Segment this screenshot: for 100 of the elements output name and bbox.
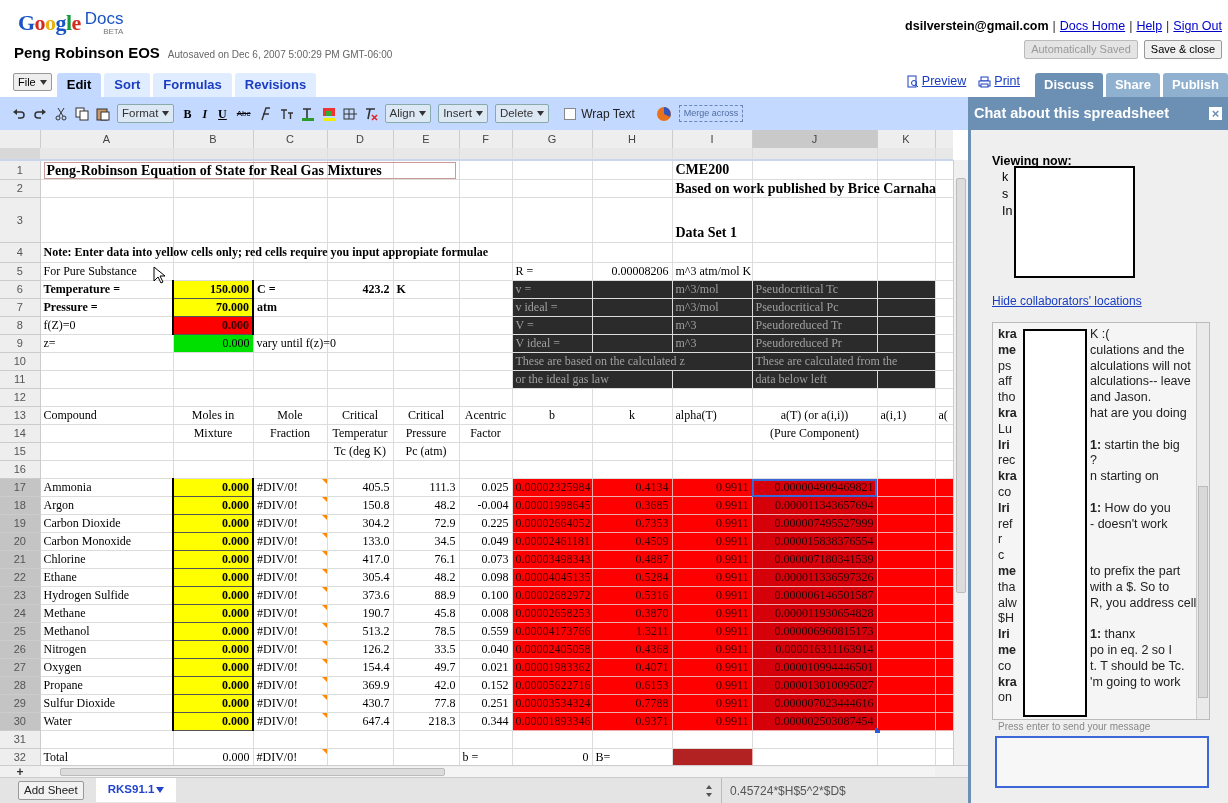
cell-text: Oxygen <box>43 660 82 674</box>
file-menu-button[interactable]: File <box>13 73 52 91</box>
tab[interactable]: Discuss <box>1035 73 1103 97</box>
add-sheet-button[interactable]: Add Sheet <box>18 781 84 800</box>
tab[interactable]: Edit <box>56 73 102 97</box>
strikethrough-button[interactable]: Abc <box>235 107 252 120</box>
tab[interactable]: Revisions <box>234 73 317 97</box>
bold-button[interactable]: B <box>181 104 194 123</box>
cell-text: (Pure Component) <box>770 426 859 440</box>
tab[interactable]: Formulas <box>153 73 232 97</box>
expand-icon[interactable] <box>705 783 713 798</box>
vertical-scrollbar[interactable] <box>953 160 968 765</box>
borders-icon[interactable] <box>342 106 357 121</box>
row-number[interactable]: 1 <box>0 160 40 180</box>
close-button[interactable]: × <box>1209 107 1222 120</box>
cell-text: 77.8 <box>434 696 456 710</box>
chat-message: aff <box>998 374 1012 389</box>
preview-link[interactable]: Preview <box>921 72 967 91</box>
cell-text: 0.4134 <box>635 480 669 494</box>
cell-text: Pseudocritical Pc <box>755 300 839 314</box>
cell-text: Total <box>43 750 68 764</box>
copy-icon[interactable] <box>75 106 89 121</box>
chat-scrollbar[interactable] <box>1196 323 1209 719</box>
separator: | <box>1166 18 1170 35</box>
delete-dropdown[interactable]: Delete <box>494 104 550 123</box>
format-dropdown[interactable]: Format <box>117 104 175 123</box>
header-link[interactable]: Help <box>1136 17 1163 36</box>
viewer-name: s <box>1001 186 1009 203</box>
align-dropdown[interactable]: Align <box>384 104 432 123</box>
fill-handle[interactable] <box>874 728 880 733</box>
chat-message: on <box>998 690 1012 705</box>
clear-format-icon[interactable] <box>363 106 378 121</box>
chat-title: Chat about this spreadsheet <box>974 103 1169 123</box>
wrap-text-checkbox[interactable] <box>564 107 577 120</box>
print-link[interactable]: Print <box>994 72 1021 91</box>
cell-text: a( <box>938 408 948 422</box>
formula-preview: 0.45724*$H$5^2*$D$ <box>730 782 846 800</box>
cell-text: 0.5284 <box>635 570 669 584</box>
sheet-title: CME200 <box>675 162 730 177</box>
header-link[interactable]: Docs Home <box>1059 17 1126 36</box>
cut-icon[interactable] <box>54 106 68 121</box>
cell-text: 0.000006960815173 <box>774 624 874 638</box>
fill-color-icon[interactable] <box>321 106 336 121</box>
cell-text: 0.344 <box>481 714 509 728</box>
cell-text: 0.000016311163914 <box>775 642 874 656</box>
text-color-icon[interactable] <box>300 106 315 121</box>
horizontal-scrollbar[interactable] <box>40 766 935 777</box>
chat-message: co <box>998 484 1012 499</box>
cell-text: Pseudoreduced Tr <box>755 318 842 332</box>
cell-text: 0.000 <box>222 336 250 350</box>
paste-icon[interactable] <box>96 106 110 121</box>
input-cell: 0.000 <box>222 678 249 692</box>
cell-text: vary until f(z)=0 <box>256 336 336 350</box>
account-email: dsilverstein@gmail.com <box>905 18 1049 35</box>
cell-text: 133.0 <box>362 534 390 548</box>
cell-text: These are based on the calculated z <box>515 354 685 368</box>
undo-icon[interactable] <box>12 106 26 121</box>
cell-text: 0.000002503087454 <box>774 714 874 728</box>
insert-dropdown[interactable]: Insert <box>438 104 488 123</box>
cell-text: Mixture <box>193 426 233 440</box>
cell-text: 49.7 <box>434 660 456 674</box>
cell-text: 0.9911 <box>715 588 749 602</box>
cell-text: m^3/mol <box>675 300 719 314</box>
sheet-title: Data Set 1 <box>675 225 737 240</box>
cell-text: K <box>396 282 406 296</box>
underline-button[interactable]: U <box>216 104 229 123</box>
cell-text: 0.000004909469821 <box>774 480 874 494</box>
font-size-icon[interactable] <box>279 106 294 121</box>
input-cell: 70.000 <box>216 300 249 314</box>
cell-text: 0.000007495527999 <box>774 516 874 530</box>
chat-message: alculations-- leave <box>1090 374 1191 391</box>
redo-icon[interactable] <box>33 106 47 121</box>
pie-chart-icon[interactable] <box>655 105 672 122</box>
hide-locations-link[interactable]: Hide collaborators' locations <box>992 292 1228 310</box>
italic-button[interactable]: I <box>200 104 210 123</box>
cell-text: m^3 <box>675 336 697 350</box>
cell-text: #DIV/0! <box>257 606 298 620</box>
cell-text: Pc (atm) <box>405 444 447 458</box>
font-icon[interactable] <box>258 106 273 121</box>
cell-text: These are calculated from the <box>755 354 898 368</box>
product-name: Docs <box>84 10 124 28</box>
cell-text: 1.3211 <box>635 624 669 638</box>
column-header[interactable]: J <box>752 130 877 148</box>
cell-text: R = <box>515 264 534 278</box>
cell-text: alpha(T) <box>675 408 717 422</box>
tab[interactable]: Sort <box>104 73 151 97</box>
chat-message: ? <box>1090 453 1097 470</box>
input-cell: 0.000 <box>222 534 249 548</box>
cell-text: 0.9911 <box>715 696 749 710</box>
row-number[interactable]: 4 <box>0 242 40 263</box>
header-link[interactable]: Sign Out <box>1173 17 1222 36</box>
caret-icon <box>156 787 165 793</box>
sheet-tab[interactable]: RKS91.1 <box>95 778 177 802</box>
cell-text: 0.049 <box>481 534 509 548</box>
message-input[interactable] <box>995 736 1209 788</box>
add-row-button[interactable]: + <box>0 765 40 778</box>
row-number[interactable]: 3 <box>0 197 40 243</box>
cell-text: 0.7788 <box>635 696 669 710</box>
save-close-button[interactable]: Save & close <box>1143 40 1222 59</box>
chat-message: 1: startin the big <box>1090 437 1180 454</box>
